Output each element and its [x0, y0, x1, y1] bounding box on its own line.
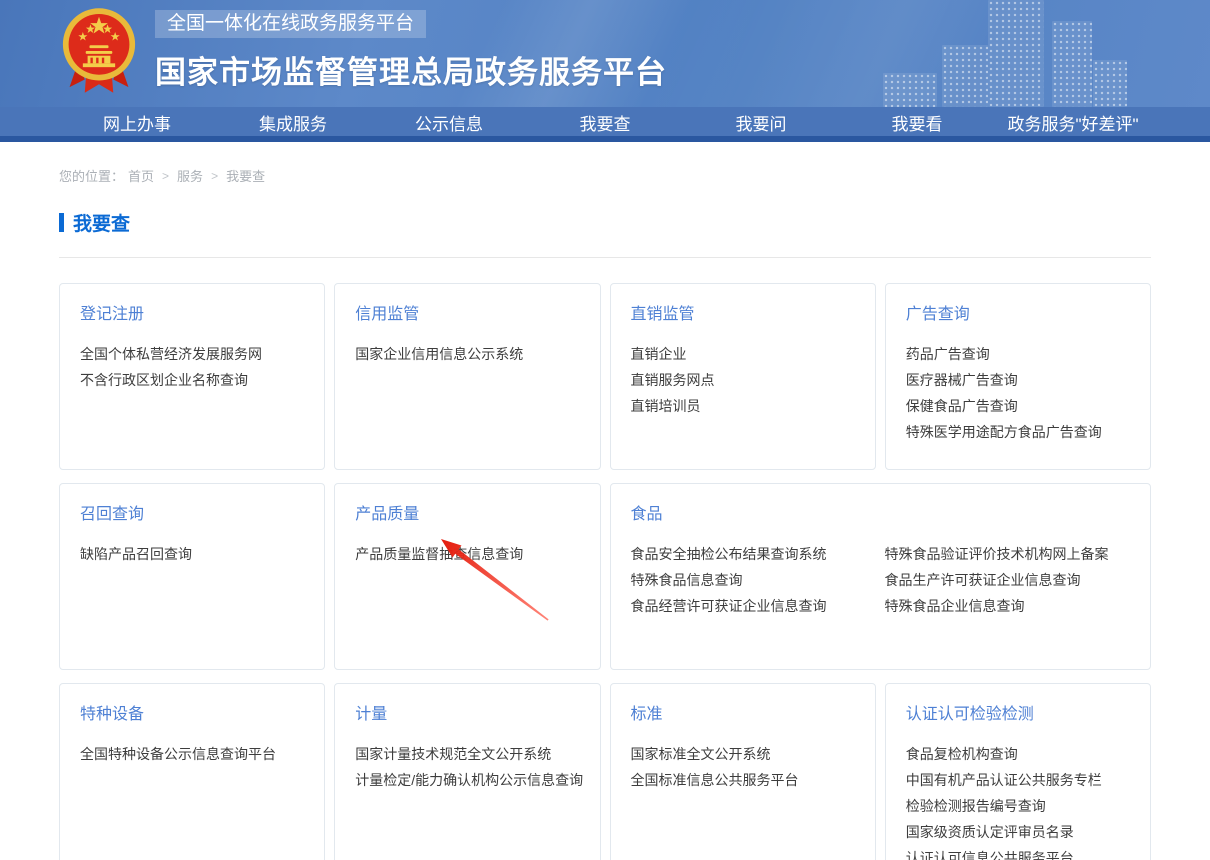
service-link[interactable]: 不含行政区划企业名称查询	[80, 367, 304, 393]
breadcrumb-link[interactable]: 服务	[177, 166, 203, 185]
service-link[interactable]: 产品质量监督抽查信息查询	[355, 541, 579, 567]
category-card: 计量国家计量技术规范全文公开系统计量检定/能力确认机构公示信息查询	[334, 683, 600, 860]
category-title: 特种设备	[80, 700, 304, 724]
breadcrumb-prefix: 您的位置：	[59, 166, 124, 185]
service-link[interactable]: 缺陷产品召回查询	[80, 541, 304, 567]
category-card: 登记注册全国个体私营经济发展服务网不含行政区划企业名称查询	[59, 283, 325, 470]
card-link-column: 药品广告查询医疗器械广告查询保健食品广告查询特殊医学用途配方食品广告查询	[906, 341, 1130, 445]
card-link-column: 全国特种设备公示信息查询平台	[80, 741, 304, 767]
card-link-columns: 药品广告查询医疗器械广告查询保健食品广告查询特殊医学用途配方食品广告查询	[906, 341, 1130, 445]
service-link[interactable]: 食品安全抽检公布结果查询系统	[631, 541, 885, 567]
platform-badge: 全国一体化在线政务服务平台	[155, 10, 426, 38]
card-link-column: 食品复检机构查询中国有机产品认证公共服务专栏检验检测报告编号查询国家级资质认定评…	[906, 741, 1130, 860]
service-link[interactable]: 全国特种设备公示信息查询平台	[80, 741, 304, 767]
category-card: 产品质量产品质量监督抽查信息查询	[334, 483, 600, 670]
skyline-decoration-icon	[880, 0, 1210, 107]
service-link[interactable]: 国家级资质认定评审员名录	[906, 819, 1130, 845]
service-link[interactable]: 国家企业信用信息公示系统	[355, 341, 579, 367]
main-content: 您的位置： 首页 > 服务 > 我要查 我要查 登记注册全国个体私营经济发展服务网不含行…	[0, 166, 1210, 860]
card-link-column: 直销企业直销服务网点直销培训员	[631, 341, 855, 419]
service-link[interactable]: 检验检测报告编号查询	[906, 793, 1130, 819]
service-link[interactable]: 食品生产许可获证企业信息查询	[885, 567, 1139, 593]
category-card: 食品食品安全抽检公布结果查询系统特殊食品信息查询食品经营许可获证企业信息查询特殊…	[610, 483, 1152, 670]
category-title: 产品质量	[355, 500, 579, 524]
category-grid: 登记注册全国个体私营经济发展服务网不含行政区划企业名称查询信用监管国家企业信用信…	[59, 283, 1151, 860]
service-link[interactable]: 特殊食品信息查询	[631, 567, 885, 593]
site-header: 全国一体化在线政务服务平台 国家市场监督管理总局政务服务平台	[0, 0, 1210, 107]
card-link-columns: 国家标准全文公开系统全国标准信息公共服务平台	[631, 741, 855, 793]
card-link-columns: 国家企业信用信息公示系统	[355, 341, 579, 367]
service-link[interactable]: 药品广告查询	[906, 341, 1130, 367]
card-link-column: 全国个体私营经济发展服务网不含行政区划企业名称查询	[80, 341, 304, 393]
card-link-column: 国家标准全文公开系统全国标准信息公共服务平台	[631, 741, 855, 793]
breadcrumb-link[interactable]: 我要查	[226, 166, 265, 185]
service-link[interactable]: 特殊医学用途配方食品广告查询	[906, 419, 1130, 445]
service-link[interactable]: 医疗器械广告查询	[906, 367, 1130, 393]
category-title: 食品	[631, 500, 1131, 524]
service-link[interactable]: 国家标准全文公开系统	[631, 741, 855, 767]
category-card: 认证认可检验检测食品复检机构查询中国有机产品认证公共服务专栏检验检测报告编号查询…	[885, 683, 1151, 860]
category-title: 广告查询	[906, 300, 1130, 324]
category-title: 登记注册	[80, 300, 304, 324]
service-link[interactable]: 食品经营许可获证企业信息查询	[631, 593, 885, 619]
service-link[interactable]: 特殊食品验证评价技术机构网上备案	[885, 541, 1139, 567]
service-link[interactable]: 中国有机产品认证公共服务专栏	[906, 767, 1130, 793]
page-title-row: 我要查	[59, 209, 1151, 236]
card-link-columns: 直销企业直销服务网点直销培训员	[631, 341, 855, 419]
card-link-column: 食品安全抽检公布结果查询系统特殊食品信息查询食品经营许可获证企业信息查询	[631, 541, 885, 619]
divider	[59, 257, 1151, 258]
service-link[interactable]: 食品复检机构查询	[906, 741, 1130, 767]
page-title: 我要查	[73, 209, 130, 236]
category-card: 直销监管直销企业直销服务网点直销培训员	[610, 283, 876, 470]
card-link-column: 国家企业信用信息公示系统	[355, 341, 579, 367]
category-title: 召回查询	[80, 500, 304, 524]
nav-bar: 网上办事集成服务公示信息我要查我要问我要看政务服务"好差评"	[0, 107, 1210, 142]
breadcrumb: 您的位置： 首页 > 服务 > 我要查	[59, 166, 1151, 185]
card-link-columns: 缺陷产品召回查询	[80, 541, 304, 567]
card-link-columns: 全国个体私营经济发展服务网不含行政区划企业名称查询	[80, 341, 304, 393]
nav-item[interactable]: 网上办事	[59, 107, 215, 136]
category-card: 特种设备全国特种设备公示信息查询平台	[59, 683, 325, 860]
nav-item[interactable]: 我要查	[527, 107, 683, 136]
nav-item[interactable]: 我要看	[839, 107, 995, 136]
card-link-column: 产品质量监督抽查信息查询	[355, 541, 579, 567]
category-card: 信用监管国家企业信用信息公示系统	[334, 283, 600, 470]
card-link-columns: 食品复检机构查询中国有机产品认证公共服务专栏检验检测报告编号查询国家级资质认定评…	[906, 741, 1130, 860]
service-link[interactable]: 全国标准信息公共服务平台	[631, 767, 855, 793]
service-link[interactable]: 直销企业	[631, 341, 855, 367]
service-link[interactable]: 特殊食品企业信息查询	[885, 593, 1139, 619]
title-accent-bar	[59, 213, 64, 232]
breadcrumb-separator: >	[162, 169, 169, 183]
breadcrumb-separator: >	[211, 169, 218, 183]
service-link[interactable]: 计量检定/能力确认机构公示信息查询	[355, 767, 583, 793]
service-link[interactable]: 全国个体私营经济发展服务网	[80, 341, 304, 367]
card-link-columns: 食品安全抽检公布结果查询系统特殊食品信息查询食品经营许可获证企业信息查询特殊食品…	[631, 541, 1131, 619]
nav-item[interactable]: 我要问	[683, 107, 839, 136]
category-card: 广告查询药品广告查询医疗器械广告查询保健食品广告查询特殊医学用途配方食品广告查询	[885, 283, 1151, 470]
nav-item[interactable]: 公示信息	[371, 107, 527, 136]
service-link[interactable]: 直销培训员	[631, 393, 855, 419]
service-link[interactable]: 国家计量技术规范全文公开系统	[355, 741, 583, 767]
breadcrumb-link[interactable]: 首页	[128, 166, 154, 185]
category-title: 认证认可检验检测	[906, 700, 1130, 724]
card-link-columns: 产品质量监督抽查信息查询	[355, 541, 579, 567]
category-title: 直销监管	[631, 300, 855, 324]
national-emblem-icon	[61, 5, 137, 97]
card-link-columns: 国家计量技术规范全文公开系统计量检定/能力确认机构公示信息查询	[355, 741, 579, 793]
service-link[interactable]: 认证认可信息公共服务平台	[906, 845, 1130, 860]
service-link[interactable]: 保健食品广告查询	[906, 393, 1130, 419]
nav-item[interactable]: 政务服务"好差评"	[995, 107, 1151, 136]
card-link-column: 特殊食品验证评价技术机构网上备案食品生产许可获证企业信息查询特殊食品企业信息查询	[885, 541, 1139, 619]
category-card: 召回查询缺陷产品召回查询	[59, 483, 325, 670]
card-link-column: 国家计量技术规范全文公开系统计量检定/能力确认机构公示信息查询	[355, 741, 583, 793]
site-title: 国家市场监督管理总局政务服务平台	[155, 47, 667, 92]
category-title: 计量	[355, 700, 579, 724]
card-link-columns: 全国特种设备公示信息查询平台	[80, 741, 304, 767]
service-link[interactable]: 直销服务网点	[631, 367, 855, 393]
nav-item[interactable]: 集成服务	[215, 107, 371, 136]
category-card: 标准国家标准全文公开系统全国标准信息公共服务平台	[610, 683, 876, 860]
card-link-column: 缺陷产品召回查询	[80, 541, 304, 567]
category-title: 信用监管	[355, 300, 579, 324]
category-title: 标准	[631, 700, 855, 724]
